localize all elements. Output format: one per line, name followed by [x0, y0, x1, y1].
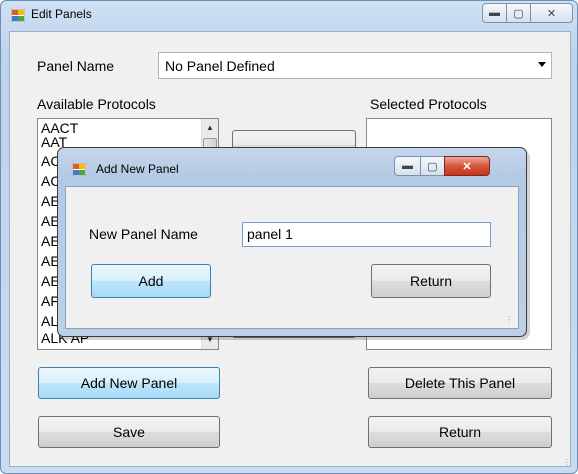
resize-grip-icon[interactable]: ⋮ — [563, 458, 571, 467]
panel-name-label: Panel Name — [37, 58, 115, 74]
dialog-client: New Panel Name panel 1 Add Return ⋮ — [65, 186, 519, 329]
maximize-button[interactable]: ▢ — [506, 3, 531, 23]
return-button[interactable]: Return — [368, 416, 552, 448]
close-button[interactable]: ✕ — [530, 3, 573, 23]
dialog-close-button[interactable]: ✕ — [444, 156, 490, 176]
list-item[interactable]: AL — [41, 314, 58, 328]
panel-name-combobox[interactable]: No Panel Defined — [158, 52, 552, 79]
available-protocols-label: Available Protocols — [37, 96, 156, 112]
app-icon — [72, 163, 86, 176]
add-new-panel-button[interactable]: Add New Panel — [38, 367, 220, 399]
minimize-button[interactable]: ▬ — [482, 3, 507, 23]
delete-panel-button[interactable]: Delete This Panel — [368, 367, 552, 399]
selected-protocols-label: Selected Protocols — [370, 96, 487, 112]
resize-grip-icon[interactable]: ⋮ — [505, 315, 515, 325]
scroll-up-icon[interactable]: ▲ — [202, 119, 218, 136]
maximize-icon: ▢ — [513, 7, 524, 20]
dialog-title: Add New Panel — [96, 162, 179, 176]
dialog-minimize-button[interactable]: ▬ — [394, 156, 421, 176]
app-icon — [11, 9, 25, 22]
minimize-icon: ▬ — [489, 7, 500, 19]
dialog-maximize-button[interactable]: ▢ — [420, 156, 445, 176]
save-button[interactable]: Save — [38, 416, 220, 448]
minimize-icon: ▬ — [402, 160, 413, 172]
new-panel-name-label: New Panel Name — [89, 226, 198, 242]
list-item[interactable]: AACT — [41, 121, 78, 135]
add-new-panel-dialog: Add New Panel ▬ ▢ ✕ New Panel Name panel… — [57, 147, 527, 337]
maximize-icon: ▢ — [427, 160, 438, 173]
new-panel-name-input[interactable]: panel 1 — [242, 222, 491, 247]
dialog-return-button[interactable]: Return — [371, 264, 491, 298]
dropdown-arrow-icon[interactable] — [538, 62, 546, 67]
panel-name-value: No Panel Defined — [165, 58, 275, 74]
close-icon: ✕ — [462, 160, 472, 173]
window-title: Edit Panels — [31, 7, 92, 21]
add-button[interactable]: Add — [91, 264, 211, 298]
close-icon: ✕ — [546, 7, 557, 20]
